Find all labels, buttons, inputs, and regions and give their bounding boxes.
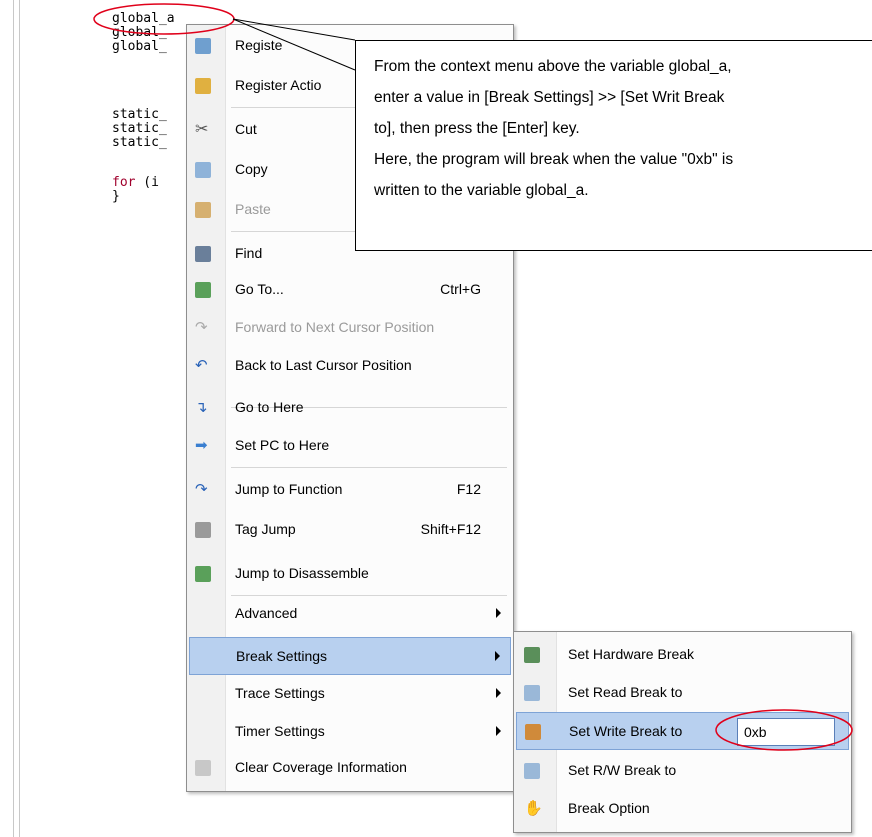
- jump-disassemble-icon: [195, 566, 211, 582]
- menu-item-trace-settings[interactable]: Trace Settings: [189, 675, 511, 713]
- submenu-item-hardware-break[interactable]: Set Hardware Break: [516, 636, 849, 674]
- coverage-icon: [195, 760, 211, 776]
- write-break-icon: [525, 724, 541, 740]
- menu-item-label: Break Settings: [236, 648, 328, 664]
- for-keyword: for: [112, 175, 136, 190]
- menu-item-forward-cursor[interactable]: ↷ Forward to Next Cursor Position: [189, 309, 511, 347]
- menu-item-shortcut: F12: [456, 481, 481, 497]
- code-line-1: global_a: [112, 11, 175, 26]
- menu-item-label: Set PC to Here: [235, 437, 330, 453]
- code-line-2: global_: [112, 25, 167, 40]
- menu-item-label: Timer Settings: [235, 723, 325, 739]
- callout-line-1: From the context menu above the variable…: [374, 58, 732, 75]
- menu-item-shortcut: Shift+F12: [420, 521, 481, 537]
- submenu-arrow-icon: [496, 688, 501, 698]
- menu-item-tag-jump[interactable]: Tag Jump Shift+F12: [189, 511, 511, 549]
- menu-item-label: Forward to Next Cursor Position: [235, 319, 435, 335]
- menu-item-timer-settings[interactable]: Timer Settings: [189, 713, 511, 751]
- menu-item-clear-coverage[interactable]: Clear Coverage Information: [189, 749, 511, 787]
- submenu-item-label: Set Write Break to: [569, 723, 683, 739]
- code-line-for: for (i: [112, 176, 159, 189]
- menu-item-label: Registe: [235, 37, 283, 53]
- menu-item-label: Paste: [235, 201, 271, 217]
- submenu-item-label: Set Hardware Break: [568, 646, 695, 662]
- submenu-arrow-icon: [496, 608, 501, 618]
- callout-line-3: to], then press the [Enter] key.: [374, 120, 580, 137]
- editor-gutter-line-2: [19, 0, 20, 837]
- paste-icon: [195, 202, 211, 218]
- submenu-item-label: Break Option: [568, 800, 650, 816]
- binoculars-icon: [195, 246, 211, 262]
- menu-item-label: Find: [235, 245, 263, 261]
- annotation-callout: From the context menu above the variable…: [355, 40, 872, 251]
- editor-gutter-line: [13, 0, 14, 837]
- submenu-item-write-break[interactable]: Set Write Break to 0xb: [516, 712, 849, 750]
- break-option-icon: ✋: [524, 800, 543, 817]
- set-pc-icon: ➡: [195, 437, 208, 454]
- goto-icon: [195, 282, 211, 298]
- hardware-break-icon: [524, 647, 540, 663]
- menu-item-set-pc[interactable]: ➡ Set PC to Here: [189, 427, 511, 465]
- for-rest: (i: [135, 175, 159, 190]
- callout-text: From the context menu above the variable…: [374, 51, 869, 206]
- code-line-4: static_: [112, 107, 167, 122]
- rw-break-icon: [524, 763, 540, 779]
- menu-item-jump-disassemble[interactable]: Jump to Disassemble: [189, 555, 511, 593]
- submenu-item-rw-break[interactable]: Set R/W Break to: [516, 752, 849, 790]
- read-break-icon: [524, 685, 540, 701]
- menu-item-advanced[interactable]: Advanced: [189, 595, 511, 633]
- write-break-value-input[interactable]: 0xb: [737, 718, 835, 746]
- submenu-item-label: Set Read Break to: [568, 684, 683, 700]
- submenu-arrow-icon: [496, 726, 501, 736]
- menu-item-goto[interactable]: Go To... Ctrl+G: [189, 271, 511, 309]
- tag-jump-icon: [195, 522, 211, 538]
- watch-register-icon: [195, 38, 211, 54]
- callout-line-4: Here, the program will break when the va…: [374, 151, 734, 168]
- menu-item-break-settings[interactable]: Break Settings: [189, 637, 511, 675]
- code-line-brace: }: [112, 189, 120, 204]
- menu-item-label: Go To...: [235, 281, 284, 297]
- menu-item-label: Clear Coverage Information: [235, 759, 407, 775]
- menu-item-label: Go to Here: [235, 399, 304, 415]
- menu-item-label: Copy: [235, 161, 268, 177]
- menu-item-back-cursor[interactable]: ↶ Back to Last Cursor Position: [189, 347, 511, 385]
- menu-item-label: Jump to Function: [235, 481, 343, 497]
- scissors-icon: ✂: [195, 121, 209, 138]
- submenu-item-read-break[interactable]: Set Read Break to: [516, 674, 849, 712]
- submenu-item-break-option[interactable]: ✋ Break Option: [516, 790, 849, 828]
- menu-item-label: Jump to Disassemble: [235, 565, 369, 581]
- go-to-here-icon: ↴: [195, 399, 208, 416]
- menu-item-label: Trace Settings: [235, 685, 325, 701]
- menu-item-jump-function[interactable]: ↷ Jump to Function F12: [189, 471, 511, 509]
- code-line-5: static_: [112, 121, 167, 136]
- break-settings-submenu: Set Hardware Break Set Read Break to Set…: [513, 631, 852, 833]
- submenu-item-label: Set R/W Break to: [568, 762, 677, 778]
- forward-arrow-icon: ↷: [195, 319, 208, 336]
- menu-item-label: Advanced: [235, 605, 298, 621]
- menu-item-go-to-here[interactable]: ↴ Go to Here: [189, 389, 511, 427]
- menu-item-label: Back to Last Cursor Position: [235, 357, 412, 373]
- submenu-arrow-icon: [495, 651, 500, 661]
- callout-line-5: written to the variable global_a.: [374, 182, 589, 199]
- code-line-6: static_: [112, 135, 167, 150]
- copy-icon: [195, 162, 211, 178]
- action-event-icon: [195, 78, 211, 94]
- menu-separator: [231, 467, 507, 468]
- menu-item-label: Tag Jump: [235, 521, 296, 537]
- jump-function-icon: ↷: [195, 481, 208, 498]
- menu-item-shortcut: Ctrl+G: [440, 281, 481, 297]
- back-arrow-icon: ↶: [195, 357, 208, 374]
- menu-item-label: Register Actio: [235, 77, 322, 93]
- callout-line-2: enter a value in [Break Settings] >> [Se…: [374, 89, 725, 106]
- menu-item-label: Cut: [235, 121, 257, 137]
- code-line-3: global_: [112, 39, 167, 54]
